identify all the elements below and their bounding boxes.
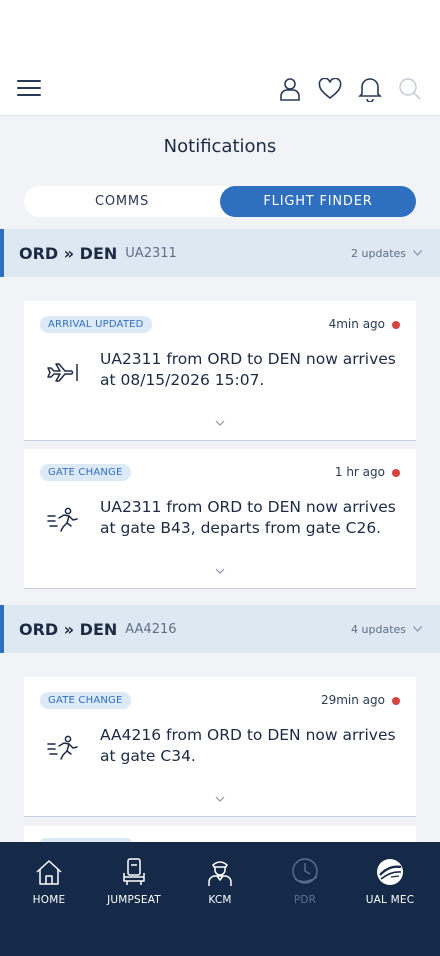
top-bar: [0, 0, 440, 116]
page-title: Notifications: [163, 136, 277, 157]
nav-pdr[interactable]: PDR: [261, 856, 349, 906]
chevron-down-icon[interactable]: [213, 418, 227, 428]
ual-globe-icon: [374, 856, 406, 888]
nav-label: UAL MEC: [365, 894, 415, 906]
updates-count: 4 updates: [351, 623, 422, 636]
notification-message: UA2311 from ORD to DEN now arrives at ga…: [100, 498, 396, 537]
bottom-nav: HOME JUMPSEAT KCM PDR UAL MEC: [0, 842, 440, 956]
notification-time: 1 hr ago: [334, 465, 385, 479]
segmented-tabs: COMMS FLIGHT FINDER: [24, 186, 416, 217]
menu-icon[interactable]: [17, 80, 41, 98]
nav-home[interactable]: HOME: [5, 856, 93, 906]
bell-icon[interactable]: [358, 76, 382, 102]
nav-label: JUMPSEAT: [107, 894, 161, 906]
seat-icon: [118, 856, 150, 888]
clock-globe-icon: [289, 856, 321, 888]
home-icon: [33, 856, 65, 888]
user-icon[interactable]: [278, 76, 302, 102]
route-label: ORD » DEN: [19, 243, 118, 263]
tab-flight-finder[interactable]: FLIGHT FINDER: [220, 186, 416, 217]
search-icon[interactable]: [398, 76, 422, 102]
notification-type-badge: GATE CHANGE: [40, 692, 131, 709]
notification-card[interactable]: GATE CHANGE 29min ago AA4216 from ORD to…: [24, 677, 416, 817]
notification-time: 29min ago: [320, 693, 385, 707]
chevron-down-icon: [413, 626, 422, 632]
notification-card[interactable]: GATE CHANGE 1 hr ago UA2311 from ORD to …: [24, 449, 416, 589]
flight-group-header[interactable]: ORD » DEN AA4216 4 updates: [0, 605, 440, 653]
nav-jumpseat[interactable]: JUMPSEAT: [90, 856, 178, 906]
unread-dot: [392, 697, 400, 705]
heart-icon[interactable]: [318, 76, 342, 102]
updates-label: 2 updates: [351, 246, 406, 260]
updates-label: 4 updates: [351, 622, 406, 636]
chevron-down-icon[interactable]: [213, 794, 227, 804]
person-walking-icon: [47, 735, 78, 760]
route-label: ORD » DEN: [19, 619, 118, 639]
flight-number: UA2311: [125, 245, 177, 261]
nav-label: PDR: [293, 894, 317, 906]
notification-type-badge: ARRIVAL UPDATED: [40, 316, 152, 333]
nav-kcm[interactable]: KCM: [176, 856, 264, 906]
notification-time: 4min ago: [328, 317, 385, 331]
nav-label: KCM: [208, 894, 232, 906]
plane-arrival-icon: [47, 363, 78, 382]
notification-message: UA2311 from ORD to DEN now arrives at 08…: [100, 350, 396, 389]
flight-number: AA4216: [125, 621, 177, 637]
header-actions: [278, 76, 422, 102]
chevron-down-icon[interactable]: [213, 566, 227, 576]
flight-group-header[interactable]: ORD » DEN UA2311 2 updates: [0, 229, 440, 277]
notification-type-badge: GATE CHANGE: [40, 464, 131, 481]
nav-ual-mec[interactable]: UAL MEC: [346, 856, 434, 906]
unread-dot: [392, 321, 400, 329]
notification-card[interactable]: ARRIVAL UPDATED 4min ago UA2311 from ORD…: [24, 301, 416, 441]
unread-dot: [392, 469, 400, 477]
notification-message: AA4216 from ORD to DEN now arrives at ga…: [100, 726, 396, 765]
person-walking-icon: [47, 507, 78, 532]
updates-count: 2 updates: [351, 247, 422, 260]
tab-comms[interactable]: COMMS: [24, 186, 220, 217]
chevron-down-icon: [413, 250, 422, 256]
nav-label: HOME: [32, 894, 66, 906]
crew-member-icon: [204, 856, 236, 888]
